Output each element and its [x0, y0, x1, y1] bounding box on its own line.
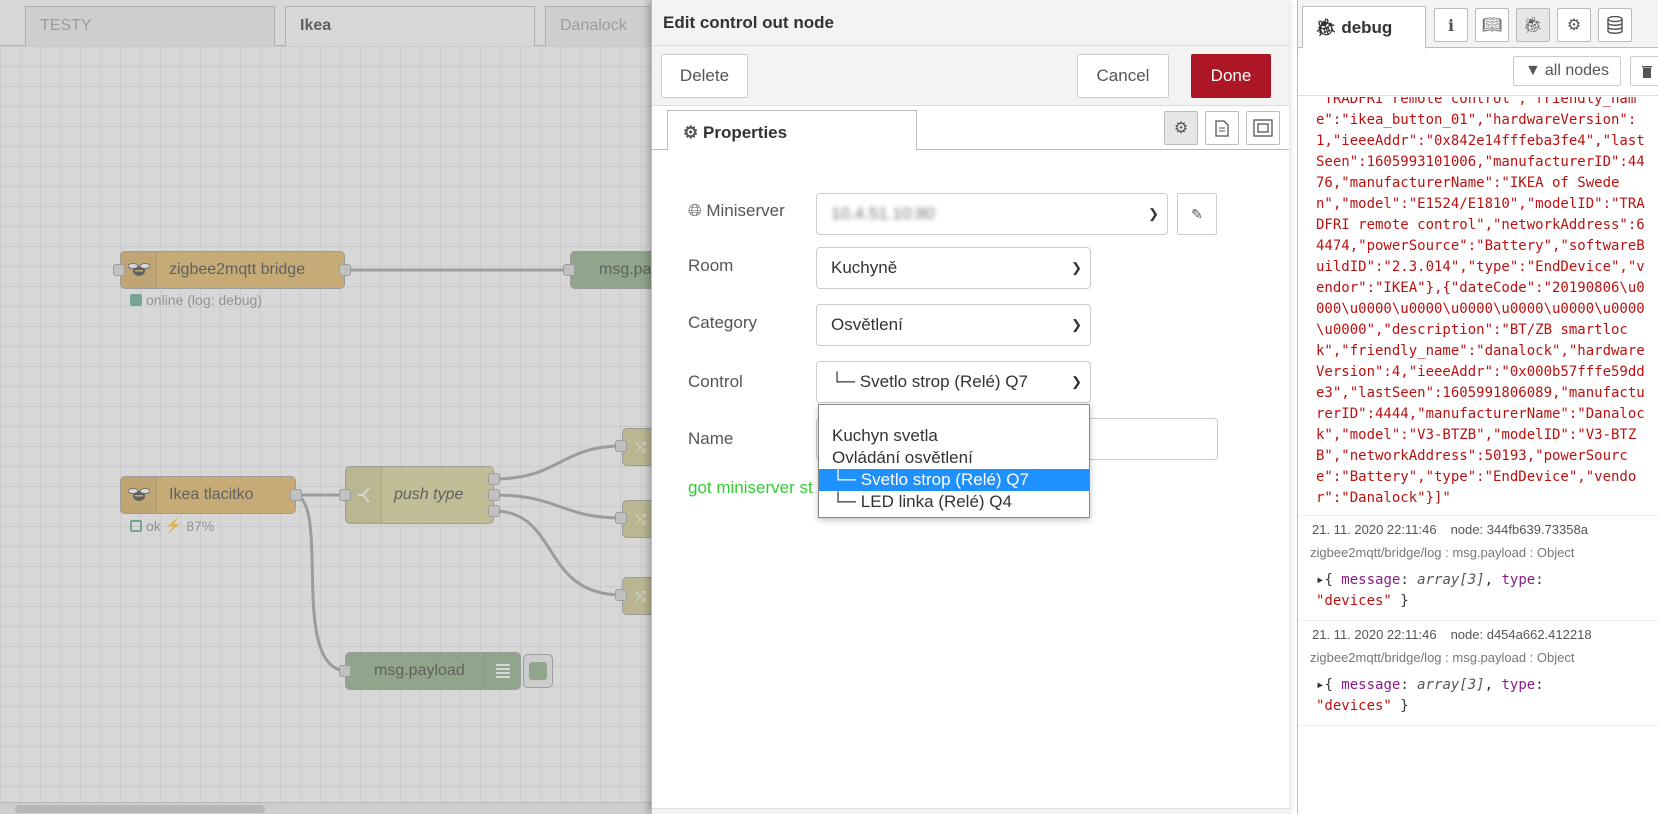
- chevron-down-icon: ❯: [1148, 206, 1159, 221]
- dropdown-option-group[interactable]: Ovládání osvětlení: [819, 447, 1089, 469]
- name-label: Name: [688, 429, 734, 448]
- debug-message: 21. 11. 2020 22:11:46 node: d454a662.412…: [1298, 621, 1658, 726]
- object-value: "devices": [1316, 593, 1392, 609]
- globe-icon: 🌐︎: [688, 201, 702, 220]
- frame-icon: [1253, 119, 1273, 137]
- debug-message: 21. 11. 2020 22:11:46 node: 344fb639.733…: [1298, 516, 1658, 621]
- tray-footer: [652, 808, 1290, 814]
- edit-tray: Edit control out node Delete Cancel Done…: [651, 0, 1290, 814]
- connection-status-text: got miniserver st: [688, 478, 813, 497]
- modal-shade: [0, 0, 660, 814]
- debug-message: "TRADFRI remote control","friendly_name"…: [1298, 97, 1658, 516]
- context-tab-button[interactable]: [1598, 8, 1632, 42]
- miniserver-value: 10.4.51.10:80: [831, 204, 935, 223]
- object-key: message: [1341, 572, 1401, 588]
- tray-title: Edit control out node: [652, 0, 1289, 46]
- object-key: message: [1341, 677, 1401, 693]
- debug-message-list[interactable]: "TRADFRI remote control","friendly_name"…: [1298, 97, 1658, 814]
- control-value: └─ Svetlo strop (Relé) Q7: [831, 372, 1028, 391]
- gear-icon: ⚙: [1566, 17, 1582, 34]
- miniserver-label-row: 🌐︎ Miniserver: [688, 201, 785, 221]
- book-icon: 📖︎: [1481, 17, 1503, 34]
- debug-node-id[interactable]: node: d454a662.412218: [1451, 627, 1592, 642]
- pencil-icon: ✎: [1191, 205, 1203, 222]
- object-key: type: [1501, 572, 1536, 588]
- debug-node-id[interactable]: node: 344fb639.73358a: [1451, 522, 1588, 537]
- node-appearance-button[interactable]: [1246, 111, 1280, 145]
- node-description-button[interactable]: [1205, 111, 1239, 145]
- debug-object[interactable]: ▸{ message: array[3], type: "devices" }: [1298, 665, 1658, 725]
- info-icon: i: [1447, 15, 1455, 35]
- room-label: Room: [688, 256, 734, 275]
- room-value: Kuchyně: [831, 258, 898, 277]
- info-tab-button[interactable]: i: [1434, 8, 1468, 42]
- delete-button[interactable]: Delete: [661, 54, 748, 98]
- edit-miniserver-button[interactable]: ✎: [1177, 193, 1217, 235]
- bug-icon: 🐞︎: [1315, 18, 1337, 37]
- control-select[interactable]: └─ Svetlo strop (Relé) Q7 ❯: [816, 361, 1091, 403]
- clear-debug-button[interactable]: [1630, 56, 1658, 86]
- filter-label: all nodes: [1544, 62, 1609, 79]
- debug-timestamp: 21. 11. 2020 22:11:46: [1312, 627, 1437, 642]
- category-label: Category: [688, 313, 757, 332]
- debug-json-body[interactable]: "TRADFRI remote control","friendly_name"…: [1298, 97, 1658, 515]
- caret-right-icon: ▸: [1316, 572, 1325, 588]
- room-select[interactable]: Kuchyně ❯: [816, 247, 1091, 289]
- debug-topic: zigbee2mqtt/bridge/log : msg.payload : O…: [1310, 545, 1575, 560]
- chevron-down-icon: ❯: [1071, 374, 1082, 389]
- dropdown-option-group[interactable]: Kuchyn svetla: [819, 425, 1089, 447]
- object-value: array[3]: [1417, 572, 1485, 588]
- tab-label: Properties: [702, 123, 788, 142]
- object-key: type: [1501, 677, 1536, 693]
- object-value: "devices": [1316, 698, 1392, 714]
- category-select[interactable]: Osvětlení ❯: [816, 304, 1091, 346]
- help-tab-button[interactable]: 📖︎: [1475, 8, 1509, 42]
- filter-icon: ▼: [1525, 62, 1541, 79]
- debug-timestamp: 21. 11. 2020 22:11:46: [1312, 522, 1437, 537]
- control-dropdown-list[interactable]: Kuchyn svetla Ovládání osvětlení └─ Svet…: [818, 404, 1090, 518]
- document-icon: [1215, 119, 1229, 137]
- chevron-down-icon: ❯: [1071, 317, 1082, 332]
- dropdown-option[interactable]: └─ LED linka (Relé) Q4: [819, 491, 1089, 513]
- database-icon: [1607, 16, 1623, 34]
- chevron-down-icon: ❯: [1071, 260, 1082, 275]
- gear-icon: ⚙: [683, 123, 699, 142]
- tray-toolbar: Delete Cancel Done: [652, 46, 1289, 106]
- bug-icon: 🐞︎: [1522, 17, 1544, 34]
- category-value: Osvětlení: [831, 315, 903, 334]
- node-settings-button[interactable]: ⚙: [1164, 111, 1198, 145]
- debug-object[interactable]: ▸{ message: array[3], type: "devices" }: [1298, 560, 1658, 620]
- miniserver-select[interactable]: 10.4.51.10:80 ❯: [816, 193, 1168, 235]
- sidebar: 🐞︎ debug i 📖︎ 🐞︎ ⚙ ▼ all nodes "TRADFRI …: [1297, 0, 1658, 814]
- miniserver-label: Miniserver: [706, 201, 785, 220]
- cancel-button[interactable]: Cancel: [1077, 54, 1169, 98]
- control-label: Control: [688, 372, 743, 391]
- tray-tabs: ⚙ Properties ⚙: [652, 106, 1289, 151]
- trash-icon: [1642, 66, 1652, 78]
- caret-right-icon: ▸: [1316, 677, 1325, 693]
- dropdown-option-selected[interactable]: └─ Svetlo strop (Relé) Q7: [819, 469, 1089, 491]
- sidebar-tabs: 🐞︎ debug i 📖︎ 🐞︎ ⚙: [1298, 0, 1658, 49]
- tab-label: debug: [1341, 18, 1393, 37]
- debug-meta: 21. 11. 2020 22:11:46 node: d454a662.412…: [1298, 621, 1658, 642]
- config-tab-button[interactable]: ⚙: [1557, 8, 1591, 42]
- gear-icon: ⚙: [1173, 120, 1189, 137]
- tab-properties[interactable]: ⚙ Properties: [667, 110, 917, 151]
- sidebar-tab-debug[interactable]: 🐞︎ debug: [1302, 6, 1426, 49]
- debug-tab-button[interactable]: 🐞︎: [1516, 8, 1550, 42]
- done-button[interactable]: Done: [1191, 54, 1271, 98]
- object-value: array[3]: [1417, 677, 1485, 693]
- filter-button[interactable]: ▼ all nodes: [1513, 56, 1621, 86]
- debug-toolbar: ▼ all nodes: [1298, 48, 1658, 96]
- debug-meta: 21. 11. 2020 22:11:46 node: 344fb639.733…: [1298, 516, 1658, 537]
- flow-workspace: TESTY Ikea Danalock zigbee2mqtt bridge o…: [0, 0, 660, 814]
- debug-topic: zigbee2mqtt/bridge/log : msg.payload : O…: [1310, 650, 1575, 665]
